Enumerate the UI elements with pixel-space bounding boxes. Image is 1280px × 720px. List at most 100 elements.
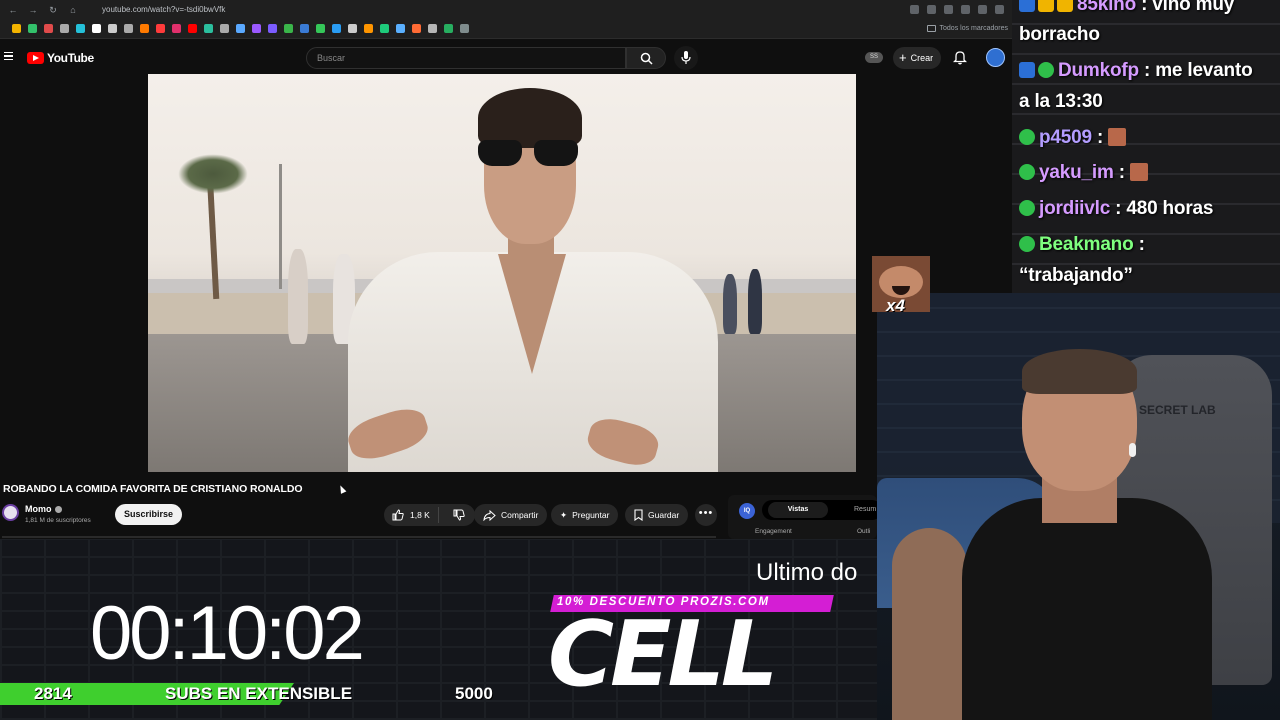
all-bookmarks-label: Todos los marcadores — [939, 25, 1008, 32]
ask-button[interactable]: ✦ Preguntar — [551, 504, 619, 526]
like-button[interactable]: 1,8 K — [384, 507, 439, 523]
ss-badge[interactable]: SS — [865, 52, 883, 63]
zoom-icon[interactable] — [910, 5, 919, 14]
bystander — [288, 249, 308, 344]
profile-icon[interactable] — [995, 5, 1004, 14]
bookmark-icon[interactable] — [364, 24, 373, 33]
stream-timer: 00:10:02 — [90, 591, 365, 676]
bookmark-icon[interactable] — [60, 24, 69, 33]
dislike-button[interactable] — [444, 509, 475, 521]
chat-username[interactable]: Beakmano — [1039, 234, 1134, 255]
emote-multiplier: x4 — [886, 296, 905, 315]
back-icon[interactable]: ← — [8, 5, 18, 15]
bookmark-icon[interactable] — [108, 24, 117, 33]
chat-text: : vino muy — [1136, 0, 1235, 15]
chat-message: a la 13:30 — [1019, 91, 1103, 113]
bookmark-icon[interactable] — [12, 24, 21, 33]
bookmark-star-icon[interactable] — [944, 5, 953, 14]
bookmark-icon[interactable] — [28, 24, 37, 33]
share-button[interactable]: Compartir — [474, 504, 548, 526]
bookmark-icon[interactable] — [236, 24, 245, 33]
channel-name-row[interactable]: Momo — [25, 504, 62, 514]
bookmark-icon[interactable] — [348, 24, 357, 33]
subscribe-button[interactable]: Suscribirse — [115, 504, 183, 525]
all-bookmarks-folder[interactable]: Todos los marcadores — [926, 25, 1008, 32]
bookmark-icon[interactable] — [252, 24, 261, 33]
bookmark-icon[interactable] — [76, 24, 85, 33]
bookmark-icon[interactable] — [268, 24, 277, 33]
browser-toolbar: ← → ↻ ⌂ youtube.com/watch?v=-tsdi0bwVfk — [0, 0, 1012, 19]
mouse-cursor-icon — [337, 484, 347, 494]
chat-username[interactable]: 85kino — [1077, 0, 1136, 15]
tab-resumen[interactable]: Resum — [854, 502, 876, 518]
bookmark-icon[interactable] — [444, 24, 453, 33]
bookmark-icon[interactable] — [44, 24, 53, 33]
analytics-tabs: Vistas Resum — [762, 500, 882, 520]
bookmark-icon[interactable] — [172, 24, 181, 33]
chat-username[interactable]: jordiivlc — [1039, 198, 1110, 219]
bookmark-icon[interactable] — [92, 24, 101, 33]
verified-badge-icon — [1019, 129, 1035, 145]
bookmarks-bar: Todos los marcadores — [0, 19, 1012, 39]
youtube-logo[interactable]: YouTube — [27, 51, 94, 65]
channel-name: Momo — [25, 504, 52, 514]
youtube-header: YouTube Buscar SS + Crear — [0, 39, 1012, 76]
extension-icon[interactable] — [961, 5, 970, 14]
extension-icon[interactable] — [978, 5, 987, 14]
bookmark-icon[interactable] — [412, 24, 421, 33]
bookmark-icon[interactable] — [124, 24, 133, 33]
reload-icon[interactable]: ↻ — [48, 5, 58, 15]
bookmark-icon[interactable] — [316, 24, 325, 33]
chat-message: Dumkofp : me levanto — [1019, 60, 1253, 82]
channel-avatar[interactable] — [2, 504, 19, 521]
forward-icon[interactable]: → — [28, 5, 38, 15]
chat-username[interactable]: p4509 — [1039, 127, 1092, 148]
plus-icon: + — [899, 50, 907, 65]
voice-search-button[interactable] — [674, 46, 698, 70]
divider — [2, 536, 716, 538]
verified-badge-icon — [1019, 236, 1035, 252]
screen: ← → ↻ ⌂ youtube.com/watch?v=-tsdi0bwVfk — [0, 0, 1280, 720]
analytics-widget: IQ Vistas Resum Engagement Outli — [728, 495, 882, 539]
streamer-hair — [1022, 349, 1137, 394]
address-bar[interactable]: youtube.com/watch?v=-tsdi0bwVfk — [102, 5, 900, 14]
video-player[interactable] — [148, 74, 856, 472]
bookmark-icon[interactable] — [140, 24, 149, 33]
bookmark-icon[interactable] — [284, 24, 293, 33]
search-button[interactable] — [626, 47, 666, 69]
notifications-bell-icon[interactable] — [953, 50, 967, 65]
bookmark-icon[interactable] — [300, 24, 309, 33]
chat-text: : 480 horas — [1110, 198, 1214, 219]
bookmark-icon[interactable] — [428, 24, 437, 33]
bookmark-icon[interactable] — [396, 24, 405, 33]
bookmark-icon[interactable] — [220, 24, 229, 33]
bookmark-icon[interactable] — [156, 24, 165, 33]
analytics-logo-icon[interactable]: IQ — [739, 503, 755, 519]
channel-subscriber-count: 1,81 M de suscriptores — [25, 517, 91, 524]
bookmark-icon[interactable] — [380, 24, 389, 33]
hamburger-menu-icon[interactable] — [4, 52, 13, 60]
chat-message: “trabajando” — [1019, 265, 1133, 287]
chat-overlay: 85kino : vino muy borracho Dumkofp : me … — [1012, 0, 1280, 295]
more-actions-button[interactable]: ••• — [695, 504, 717, 526]
bystander — [723, 274, 737, 334]
chat-text: borracho — [1019, 24, 1100, 45]
save-button[interactable]: Guardar — [625, 504, 689, 526]
tab-vistas[interactable]: Vistas — [768, 502, 828, 518]
chat-username[interactable]: Dumkofp — [1058, 60, 1139, 81]
share-icon[interactable] — [927, 5, 936, 14]
account-avatar[interactable] — [986, 48, 1005, 67]
bookmark-icon[interactable] — [188, 24, 197, 33]
bystander — [748, 269, 762, 334]
bookmark-icon[interactable] — [204, 24, 213, 33]
bookmark-icon[interactable] — [460, 24, 469, 33]
search-input[interactable]: Buscar — [306, 47, 626, 69]
streamer-tank-top — [962, 498, 1212, 720]
home-icon[interactable]: ⌂ — [68, 5, 78, 15]
emote-icon — [1129, 163, 1148, 181]
verified-badge-icon — [1038, 62, 1054, 78]
chat-username[interactable]: yaku_im — [1039, 162, 1114, 183]
analytics-outlier-label: Outli — [857, 528, 871, 535]
bookmark-icon[interactable] — [332, 24, 341, 33]
create-button[interactable]: + Crear — [893, 47, 942, 69]
